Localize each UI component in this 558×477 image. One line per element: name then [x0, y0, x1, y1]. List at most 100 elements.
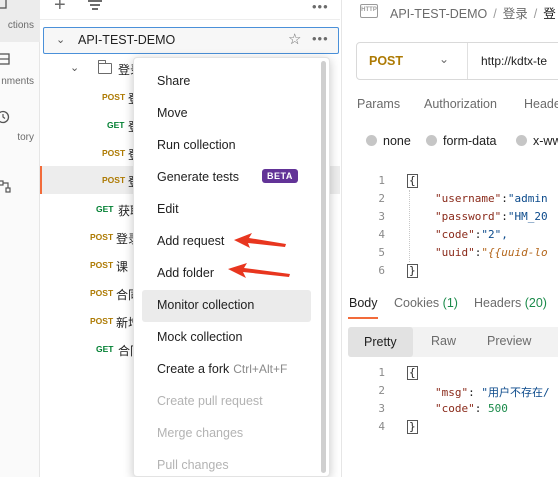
- method-badge: POST: [102, 175, 126, 185]
- radio-icon[interactable]: [516, 135, 527, 146]
- shortcut-hint: Ctrl+Alt+F: [233, 362, 288, 376]
- menu-item-pull-changes: Pull changes: [134, 450, 319, 477]
- menu-item-mock-collection[interactable]: Mock collection: [134, 322, 319, 354]
- radio-label: x-ww: [533, 134, 558, 148]
- method-select[interactable]: POST: [369, 54, 403, 68]
- tab-params[interactable]: Params: [357, 97, 400, 111]
- menu-item-monitor-collection[interactable]: Monitor collection: [142, 290, 311, 322]
- http-icon: HTTP: [360, 4, 378, 18]
- format-preview[interactable]: Preview: [487, 334, 531, 348]
- tab-body[interactable]: Body: [349, 296, 378, 310]
- tab-authorization[interactable]: Authorization: [424, 97, 497, 111]
- request-label: 课: [116, 260, 129, 274]
- menu-item-merge-changes: Merge changes: [134, 418, 319, 450]
- rail-label-collections: ctions: [7, 20, 34, 31]
- method-badge: GET: [107, 120, 125, 130]
- body-type-form-data[interactable]: form-data: [426, 134, 497, 148]
- rail-history[interactable]: tory: [0, 104, 40, 148]
- left-rail: ctions nments tory: [0, 0, 40, 477]
- method-badge: POST: [90, 260, 114, 270]
- body-type-none[interactable]: none: [366, 134, 411, 148]
- format-raw[interactable]: Raw: [431, 334, 456, 348]
- radio-label: none: [383, 134, 411, 148]
- tab-cookies-label: Cookies: [394, 296, 440, 310]
- collection-row[interactable]: ⌄ API-TEST-DEMO ☆ •••: [43, 27, 339, 54]
- line-number: 3: [378, 210, 385, 223]
- line-number: 1: [378, 174, 385, 187]
- json-key: "password": [435, 210, 502, 223]
- menu-item-generate-tests[interactable]: Generate tests BETA: [134, 162, 319, 194]
- chevron-down-icon[interactable]: ⌄: [70, 61, 79, 74]
- menu-item-edit[interactable]: Edit: [134, 194, 319, 226]
- json-value: "2",: [481, 228, 508, 241]
- sidebar-more-icon[interactable]: •••: [312, 0, 329, 14]
- filter-icon[interactable]: [88, 0, 102, 10]
- menu-item-label: Monitor collection: [157, 298, 255, 312]
- json-key: "code": [435, 402, 475, 415]
- line-number: 1: [378, 366, 385, 379]
- tab-headers-response[interactable]: Headers (20): [474, 296, 547, 310]
- line-number: 3: [378, 402, 385, 415]
- json-value: "用户不存在/: [481, 386, 550, 399]
- method-badge: GET: [96, 344, 114, 354]
- menu-item-run-collection[interactable]: Run collection: [134, 130, 319, 162]
- close-brace: }: [407, 264, 418, 278]
- menu-item-label: Edit: [157, 202, 179, 216]
- rail-label-history: tory: [17, 132, 34, 143]
- format-pretty[interactable]: Pretty: [348, 327, 413, 357]
- method-badge: POST: [102, 148, 126, 158]
- radio-icon[interactable]: [426, 135, 437, 146]
- rail-flows[interactable]: [0, 176, 40, 198]
- collection-name: API-TEST-DEMO: [78, 33, 176, 47]
- chevron-down-icon[interactable]: ⌄: [439, 52, 449, 66]
- menu-item-label: Generate tests: [157, 170, 239, 184]
- open-brace: {: [407, 366, 418, 380]
- line-number: 2: [378, 192, 385, 205]
- radio-icon[interactable]: [366, 135, 377, 146]
- menu-item-create-fork[interactable]: Create a fork Ctrl+Alt+F: [134, 354, 319, 386]
- menu-item-label: Share: [157, 74, 191, 88]
- response-body-viewer[interactable]: 1 2 3 4 { "msg": "用户不存在/ "code": 500 }: [349, 362, 558, 438]
- new-button[interactable]: +: [54, 0, 66, 17]
- json-value: 500: [488, 402, 508, 415]
- method-badge: POST: [90, 288, 114, 298]
- menu-item-label: Create a fork: [157, 362, 230, 376]
- sidebar-toolbar: + •••: [40, 0, 340, 20]
- url-input[interactable]: http://kdtx-te: [481, 54, 547, 68]
- breadcrumb-folder[interactable]: 登录: [503, 7, 528, 21]
- tab-headers-label: Headers: [474, 296, 522, 310]
- rail-collections[interactable]: ctions: [0, 0, 40, 42]
- menu-item-create-pull-request: Create pull request: [134, 386, 319, 418]
- json-value: "HM_20: [507, 210, 548, 223]
- menu-item-label: Move: [157, 106, 188, 120]
- history-icon: [0, 110, 10, 124]
- json-key: "msg": [435, 386, 469, 399]
- collection-more-icon[interactable]: •••: [312, 31, 329, 46]
- rail-environments[interactable]: nments: [0, 48, 40, 92]
- menu-item-label: Pull changes: [157, 458, 229, 472]
- url-bar: POST ⌄ http://kdtx-te: [356, 42, 558, 80]
- menu-item-label: Merge changes: [157, 426, 244, 440]
- collections-icon: [0, 0, 7, 9]
- menu-item-share[interactable]: Share: [134, 66, 319, 98]
- tab-headers[interactable]: Heade: [524, 97, 558, 111]
- json-key: "uuid": [435, 246, 475, 259]
- menu-item-move[interactable]: Move: [134, 98, 319, 130]
- request-body-editor[interactable]: 1 2 3 4 5 6 { "username":"admin "passwor…: [349, 170, 558, 280]
- breadcrumb-request: 登: [543, 7, 556, 21]
- folder-icon: [98, 60, 112, 74]
- menu-scrollbar[interactable]: [321, 61, 326, 473]
- beta-badge: BETA: [262, 169, 298, 183]
- method-badge: POST: [90, 316, 114, 326]
- tab-cookies[interactable]: Cookies (1): [394, 296, 458, 310]
- method-badge: GET: [96, 204, 114, 214]
- chevron-down-icon[interactable]: ⌄: [56, 33, 65, 46]
- menu-item-label: Add request: [157, 234, 225, 248]
- cookies-count: (1): [442, 296, 458, 310]
- breadcrumb-collection[interactable]: API-TEST-DEMO: [390, 7, 487, 21]
- tab-body-label: Body: [349, 296, 378, 310]
- star-icon[interactable]: ☆: [288, 30, 301, 48]
- menu-item-add-request[interactable]: Add request: [134, 226, 319, 258]
- body-type-urlencoded[interactable]: x-ww: [516, 134, 558, 148]
- line-number: 6: [378, 264, 385, 277]
